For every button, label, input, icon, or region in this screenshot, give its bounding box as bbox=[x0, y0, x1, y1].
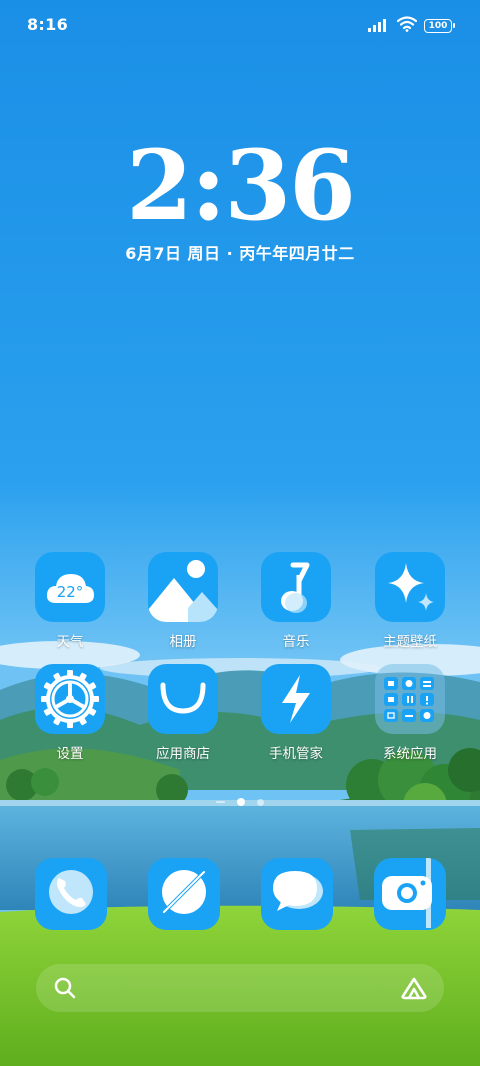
camera-icon bbox=[374, 858, 446, 930]
app-label: 系统应用 bbox=[383, 746, 437, 762]
clock-date[interactable]: 6月7日 周日 · 丙午年四月廿二 bbox=[0, 240, 480, 264]
weather-icon: 22° bbox=[35, 552, 105, 622]
app-label: 天气 bbox=[56, 634, 84, 650]
app-label: 应用商店 bbox=[156, 746, 210, 762]
status-bar: 8:16 100 bbox=[0, 0, 480, 48]
page-dot-minus1 bbox=[216, 801, 225, 803]
app-gallery[interactable]: 相册 bbox=[133, 552, 233, 650]
dock-phone[interactable] bbox=[35, 858, 107, 930]
settings-gear-icon bbox=[35, 664, 105, 734]
browser-icon bbox=[156, 864, 212, 924]
app-phone-manager[interactable]: 手机管家 bbox=[246, 664, 346, 762]
app-label: 音乐 bbox=[282, 634, 310, 650]
app-label: 主题壁纸 bbox=[383, 634, 437, 650]
app-weather[interactable]: 22° 天气 bbox=[20, 552, 120, 650]
search-bar[interactable] bbox=[36, 964, 444, 1012]
app-store[interactable]: 应用商店 bbox=[133, 664, 233, 762]
themes-icon bbox=[375, 552, 445, 622]
dock-browser[interactable] bbox=[148, 858, 220, 930]
folder-icon bbox=[375, 664, 445, 734]
svg-text:22°: 22° bbox=[57, 583, 84, 601]
search-icon[interactable] bbox=[54, 977, 76, 1003]
clock-time[interactable]: 2:36 bbox=[0, 138, 480, 234]
status-time: 8:16 bbox=[27, 15, 68, 34]
dock-camera[interactable] bbox=[374, 858, 446, 930]
page-dot-current bbox=[237, 798, 245, 806]
page-indicator[interactable] bbox=[0, 798, 480, 806]
messages-icon bbox=[269, 867, 325, 921]
phone-icon bbox=[43, 864, 99, 924]
dock-messages[interactable] bbox=[261, 858, 333, 930]
music-icon bbox=[261, 552, 331, 622]
wifi-icon bbox=[396, 16, 418, 36]
app-music[interactable]: 音乐 bbox=[246, 552, 346, 650]
security-bolt-icon bbox=[261, 664, 331, 734]
assistant-icon[interactable] bbox=[400, 976, 428, 1004]
page-dot bbox=[257, 798, 264, 806]
app-label: 设置 bbox=[56, 746, 84, 762]
app-label: 手机管家 bbox=[269, 746, 323, 762]
app-themes[interactable]: 主题壁纸 bbox=[360, 552, 460, 650]
gallery-icon bbox=[148, 552, 218, 622]
app-settings[interactable]: 设置 bbox=[20, 664, 120, 762]
app-label: 相册 bbox=[169, 634, 197, 650]
signal-icon bbox=[368, 17, 390, 36]
app-store-icon bbox=[148, 664, 218, 734]
battery-icon: 100 bbox=[424, 19, 455, 33]
app-system-folder[interactable]: 系统应用 bbox=[360, 664, 460, 762]
